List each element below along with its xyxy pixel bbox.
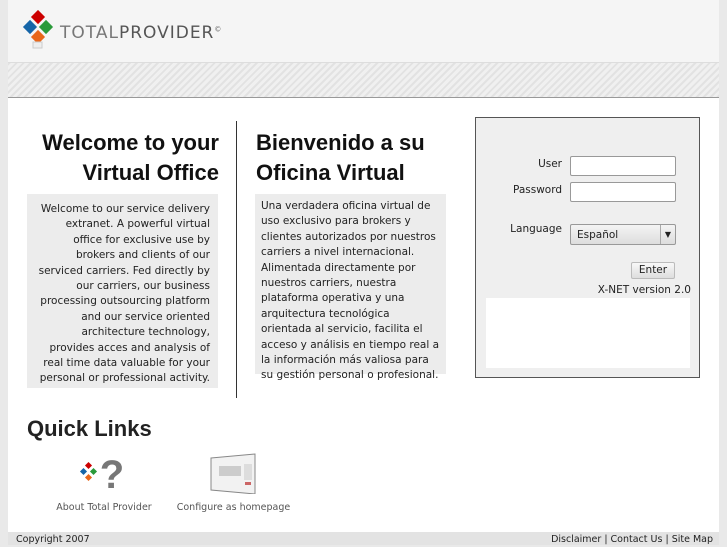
quick-link-homepage-label: Configure as homepage [176, 502, 291, 513]
homepage-screenshot-icon [210, 453, 255, 494]
version-text: X-NET version 2.0 [597, 284, 691, 296]
language-selected: Español [577, 229, 619, 241]
enter-button[interactable]: Enter [631, 262, 675, 279]
page: TotalProvider© Welcome to your Virtual Of… [8, 0, 719, 545]
help-logo-icon: ? [79, 453, 124, 494]
spanish-text: Una verdadera oficina virtual de uso exc… [255, 194, 446, 381]
spanish-title: Bienvenido a su Oficina Virtual [256, 130, 425, 185]
logo-cubes-icon [22, 10, 54, 49]
disclaimer-link[interactable]: Disclaimer [551, 534, 601, 545]
user-input[interactable] [570, 156, 676, 176]
password-input[interactable] [570, 182, 676, 202]
login-panel: User Password Language Español ▼ Enter X-… [475, 117, 700, 378]
message-area [486, 298, 690, 368]
language-label: Language [510, 223, 562, 235]
quick-links-title: Quick Links [27, 416, 152, 441]
password-label: Password [512, 184, 562, 196]
contact-us-link[interactable]: Contact Us [611, 534, 663, 545]
quick-link-about-label: About Total Provider [56, 502, 152, 513]
user-label: User [538, 158, 562, 170]
divider [236, 121, 237, 398]
quick-link-about[interactable]: ? About Total Provider [54, 452, 154, 513]
svg-text:?: ? [100, 453, 124, 494]
header: TotalProvider© [8, 0, 719, 62]
footer: Copyright 2007 Disclaimer | Contact Us |… [8, 532, 719, 545]
logo-text: TotalProvider© [60, 23, 223, 43]
english-title: Welcome to your Virtual Office [42, 130, 219, 185]
quick-link-homepage[interactable]: Configure as homepage [176, 452, 291, 513]
logo[interactable]: TotalProvider© [22, 10, 222, 52]
site-map-link[interactable]: Site Map [672, 534, 713, 545]
separator: | [601, 534, 611, 545]
header-stripe [8, 62, 719, 98]
separator: | [662, 534, 672, 545]
chevron-down-icon: ▼ [660, 225, 675, 244]
english-text: Welcome to our service delivery extranet… [27, 194, 218, 388]
language-select[interactable]: Español ▼ [570, 224, 676, 245]
